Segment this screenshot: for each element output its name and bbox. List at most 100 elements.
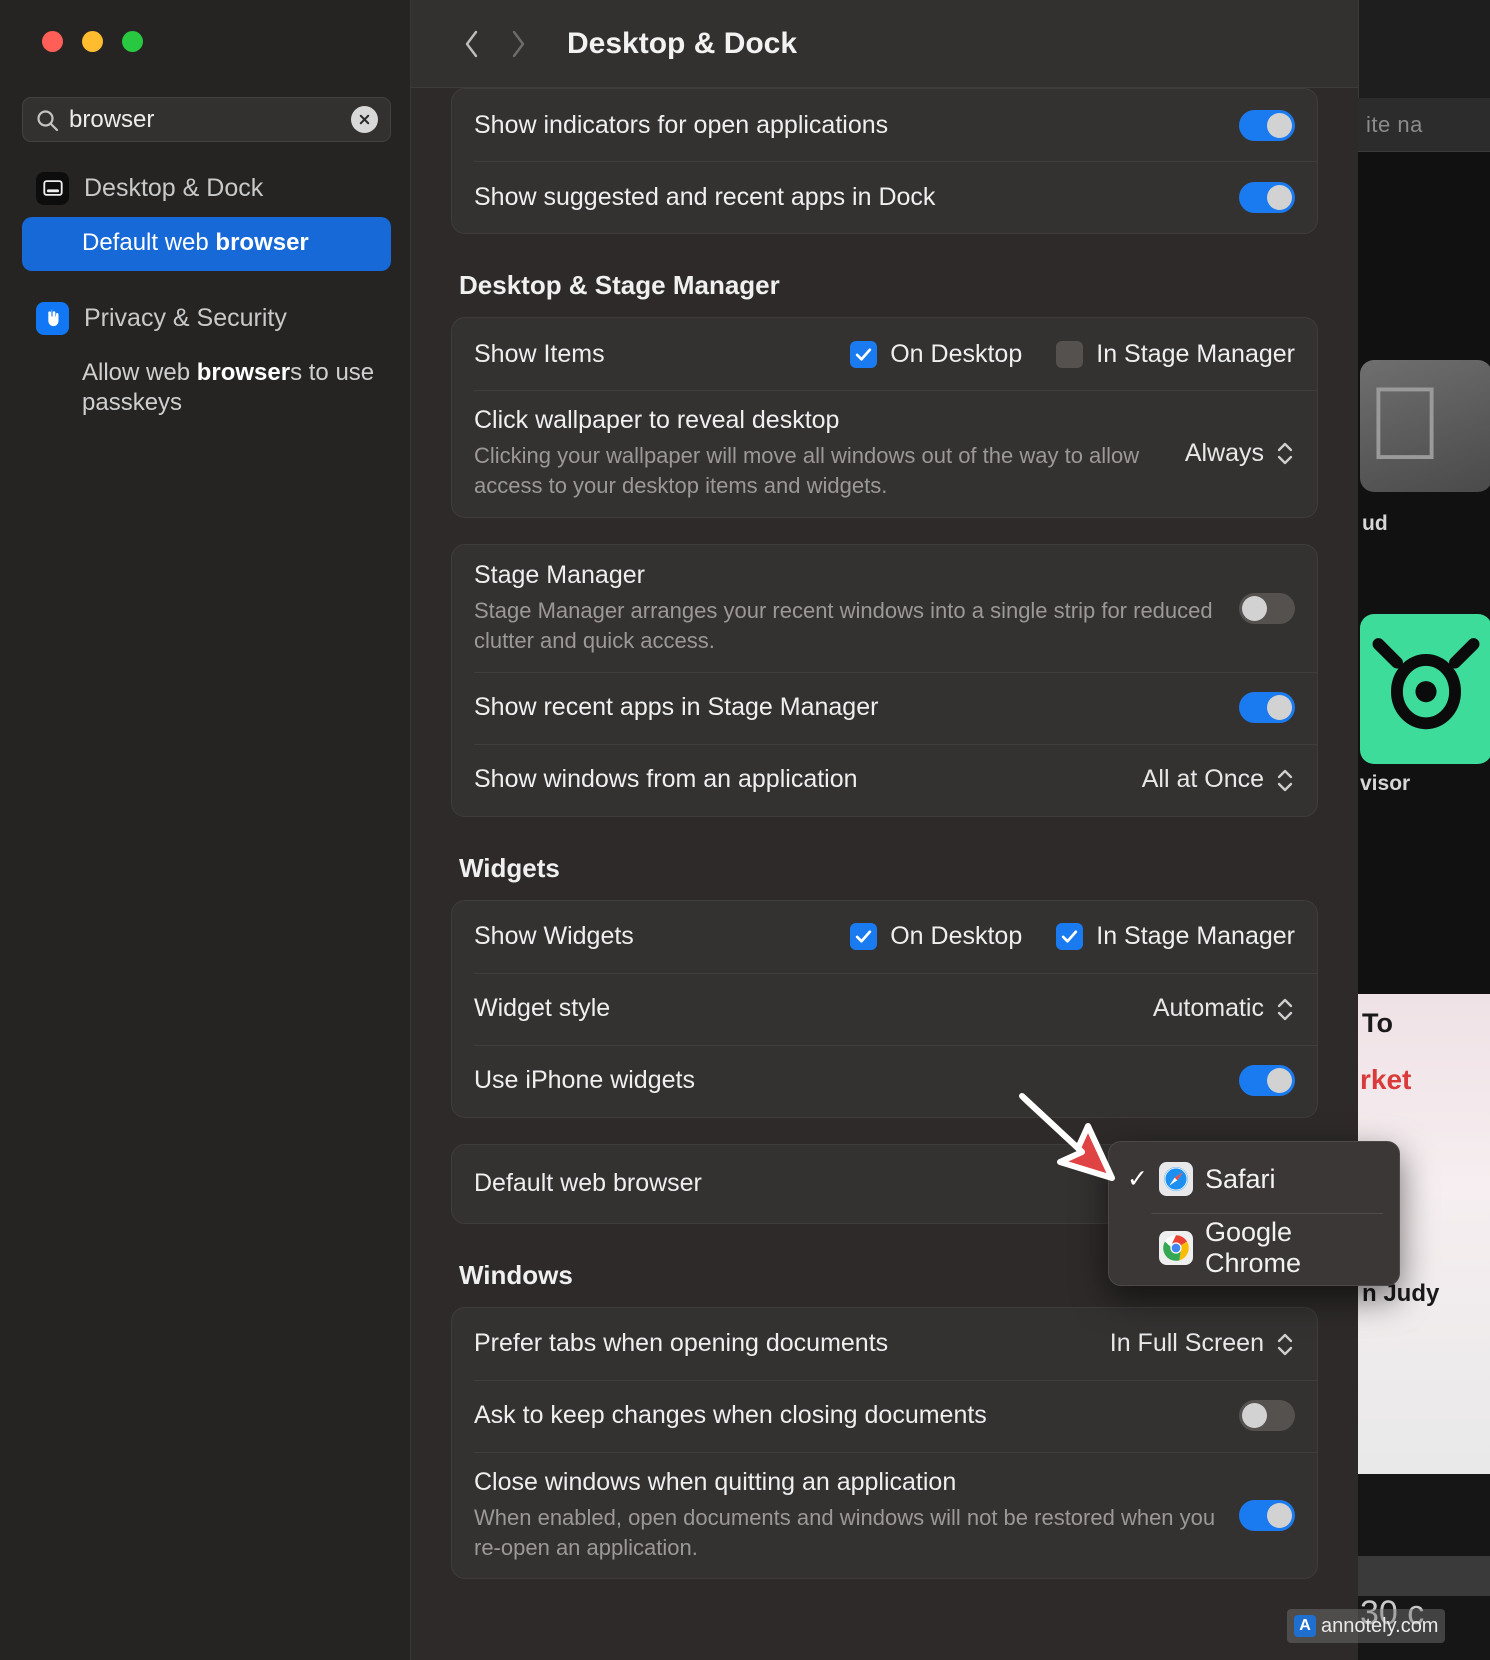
checkbox-show-items-on-desktop[interactable]: On Desktop	[850, 340, 1022, 369]
row-label: Show Widgets	[474, 922, 634, 951]
row-label: Widget style	[474, 994, 611, 1023]
background-gray-band	[1358, 1556, 1490, 1596]
search-field[interactable]: browser	[22, 97, 391, 142]
row-show-items[interactable]: Show Items On Desktop In Stage Manager	[452, 318, 1317, 390]
sidebar-result-prefix: Allow web	[82, 359, 197, 386]
privacy-security-icon	[36, 301, 69, 335]
apple-logo-icon: 	[1366, 372, 1466, 480]
row-label: Show suggested and recent apps in Dock	[474, 182, 936, 211]
row-show-indicators[interactable]: Show indicators for open applications	[452, 89, 1317, 161]
toggle-use-iphone-widgets[interactable]	[1239, 1065, 1295, 1097]
sidebar-item-label: Desktop & Dock	[84, 173, 264, 202]
row-label: Show recent apps in Stage Manager	[474, 693, 879, 722]
checkbox-box[interactable]	[850, 923, 878, 951]
menu-separator	[1151, 1213, 1383, 1214]
popup-value: Automatic	[1152, 994, 1264, 1023]
sidebar-item-label: Privacy & Security	[84, 303, 287, 332]
chevron-updown-icon	[1277, 998, 1293, 1020]
toggle-knob	[1242, 595, 1267, 621]
row-label: Show windows from an application	[474, 765, 858, 794]
sidebar-item-desktop-dock[interactable]: Desktop & Dock	[0, 168, 411, 208]
dock-card: Show indicators for open applications Sh…	[451, 88, 1318, 234]
close-button[interactable]	[42, 31, 63, 52]
menu-item-label: Google Chrome	[1205, 1217, 1302, 1278]
sidebar-item-privacy-security[interactable]: Privacy & Security	[0, 298, 411, 338]
sidebar: browser Desktop & Dock Default web brows…	[0, 0, 411, 1660]
checkbox-show-widgets-on-desktop[interactable]: On Desktop	[850, 922, 1022, 951]
popup-widget-style[interactable]: Automatic	[1153, 994, 1295, 1024]
default-browser-dropdown-menu[interactable]: ✓ Safari Google Chrome	[1108, 1141, 1400, 1286]
background-card-line-1: To	[1362, 1008, 1393, 1038]
toggle-close-windows-on-quit[interactable]	[1239, 1499, 1295, 1531]
row-show-windows-from-application[interactable]: Show windows from an application All at …	[452, 743, 1317, 816]
row-title: Click wallpaper to reveal desktop	[474, 406, 840, 434]
main-pane: Desktop & Dock Show indicators for open …	[411, 0, 1358, 1660]
watermark: A annotely.com	[1287, 1609, 1446, 1643]
background-tab-bar[interactable]: ite na	[1358, 98, 1490, 152]
checkbox-show-widgets-in-stage-manager[interactable]: In Stage Manager	[1056, 922, 1295, 951]
windows-card: Prefer tabs when opening documents In Fu…	[451, 1306, 1318, 1580]
toggle-knob	[1242, 1403, 1267, 1429]
checkbox-show-items-in-stage-manager[interactable]: In Stage Manager	[1056, 340, 1295, 369]
toggle-show-suggested-apps[interactable]	[1239, 181, 1295, 213]
popup-click-wallpaper[interactable]: Always	[1185, 438, 1295, 468]
row-text-block: Close windows when quitting an applicati…	[474, 1452, 1239, 1579]
sidebar-result-match: browser	[196, 359, 291, 386]
minimize-button[interactable]	[82, 31, 103, 52]
sidebar-result-default-web-browser[interactable]: Default web browser	[22, 217, 391, 272]
toggle-knob	[1267, 1068, 1292, 1094]
popup-show-windows[interactable]: All at Once	[1142, 765, 1295, 795]
row-ask-keep-changes[interactable]: Ask to keep changes when closing documen…	[452, 1379, 1317, 1452]
checkbox-box[interactable]	[850, 340, 878, 368]
chevron-updown-icon	[1277, 1333, 1293, 1355]
settings-scroll-area[interactable]: Show indicators for open applications Sh…	[411, 88, 1358, 1660]
zoom-button[interactable]	[122, 31, 143, 52]
row-description: When enabled, open documents and windows…	[474, 1504, 1216, 1560]
back-button[interactable]	[449, 21, 495, 67]
toggle-show-indicators[interactable]	[1239, 109, 1295, 141]
row-label: Show indicators for open applications	[474, 110, 889, 139]
row-show-recent-apps-stage-manager[interactable]: Show recent apps in Stage Manager	[452, 671, 1317, 744]
row-stage-manager[interactable]: Stage Manager Stage Manager arranges you…	[452, 545, 1317, 672]
forward-button[interactable]	[495, 21, 541, 67]
row-show-suggested-apps[interactable]: Show suggested and recent apps in Dock	[452, 161, 1317, 233]
row-widget-style[interactable]: Widget style Automatic	[452, 972, 1317, 1045]
row-description: Clicking your wallpaper will move all wi…	[474, 443, 1140, 498]
checkbox-box[interactable]	[1056, 923, 1084, 951]
row-click-wallpaper[interactable]: Click wallpaper to reveal desktop Clicki…	[452, 390, 1317, 517]
row-use-iphone-widgets[interactable]: Use iPhone widgets	[452, 1044, 1317, 1117]
toggle-knob	[1267, 695, 1292, 721]
chrome-icon	[1159, 1231, 1193, 1265]
clear-search-icon[interactable]	[351, 106, 378, 133]
row-label: Show Items	[474, 339, 605, 368]
titlebar: Desktop & Dock	[411, 0, 1358, 88]
checkbox-label: On Desktop	[890, 339, 1023, 368]
annotely-logo-icon: A	[1294, 1615, 1316, 1637]
checkbox-label: On Desktop	[890, 922, 1023, 951]
sidebar-result-allow-web-browsers[interactable]: Allow web browsers to use passkeys	[22, 347, 391, 431]
toggle-show-recent-apps[interactable]	[1239, 692, 1295, 724]
page-title: Desktop & Dock	[567, 26, 798, 60]
row-show-widgets[interactable]: Show Widgets On Desktop In Stage Manager	[452, 901, 1317, 973]
row-title: Close windows when quitting an applicati…	[474, 1467, 957, 1496]
search-input[interactable]: browser	[69, 106, 351, 134]
row-text-block: Stage Manager Stage Manager arranges you…	[474, 545, 1239, 672]
toggle-knob	[1267, 1502, 1292, 1528]
menu-item-google-chrome[interactable]: Google Chrome	[1109, 1217, 1399, 1278]
sidebar-group-desktop-dock: Desktop & Dock Default web browser	[0, 168, 411, 272]
stage-manager-card: Stage Manager Stage Manager arranges you…	[451, 543, 1318, 817]
row-title: Stage Manager	[474, 560, 645, 589]
popup-prefer-tabs[interactable]: In Full Screen	[1110, 1329, 1295, 1359]
background-green-tile	[1360, 614, 1490, 764]
toggle-ask-keep-changes[interactable]	[1239, 1400, 1295, 1432]
widgets-card: Show Widgets On Desktop In Stage Manager…	[451, 899, 1318, 1118]
row-close-windows-on-quit[interactable]: Close windows when quitting an applicati…	[452, 1451, 1317, 1579]
popup-value: Always	[1184, 438, 1264, 467]
checkbox-box[interactable]	[1056, 340, 1084, 368]
popup-value: All at Once	[1141, 765, 1264, 794]
sidebar-result-match: browser	[215, 229, 309, 256]
sidebar-group-privacy-security: Privacy & Security Allow web browsers to…	[0, 298, 411, 431]
row-prefer-tabs[interactable]: Prefer tabs when opening documents In Fu…	[452, 1308, 1317, 1380]
menu-item-safari[interactable]: ✓ Safari	[1109, 1151, 1399, 1207]
toggle-stage-manager[interactable]	[1239, 592, 1295, 624]
